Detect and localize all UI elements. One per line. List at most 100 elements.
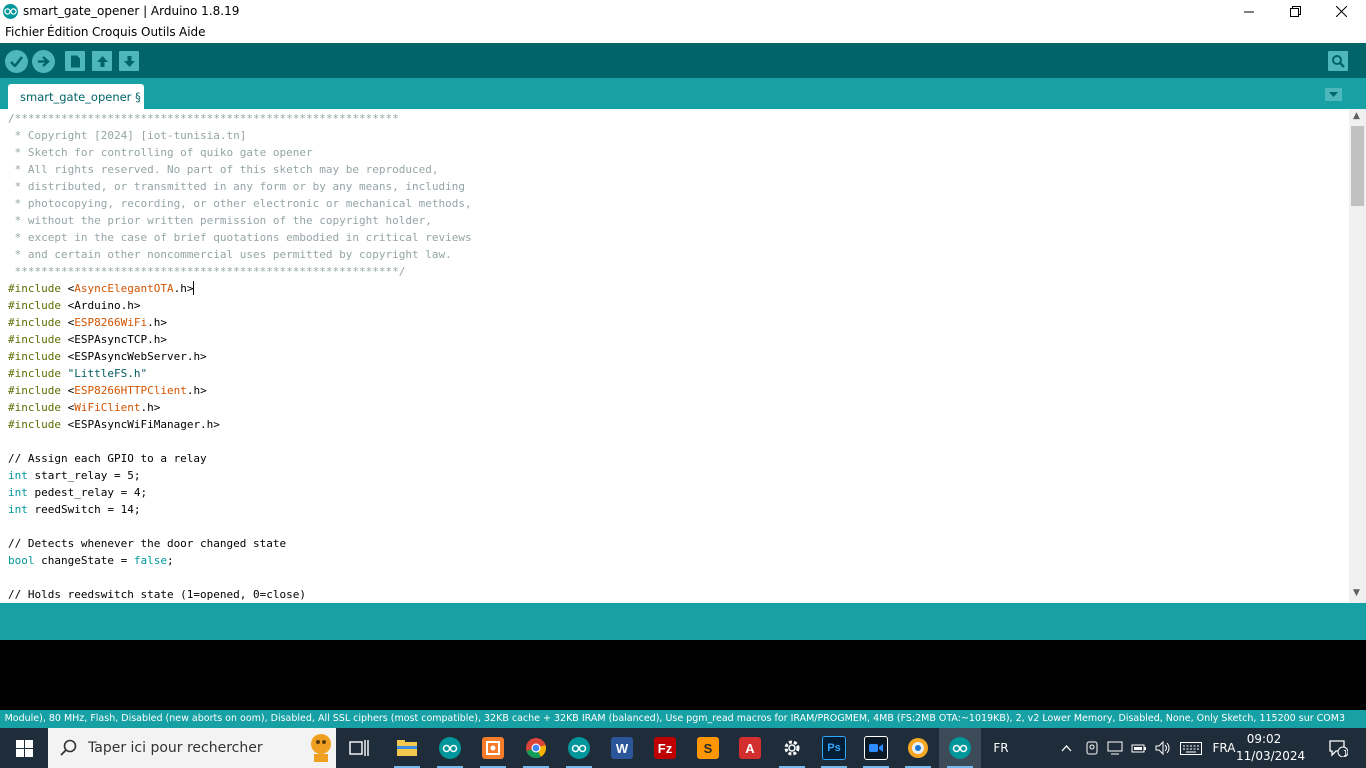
code-token: WiFiClient bbox=[74, 401, 141, 414]
close-button[interactable] bbox=[1318, 0, 1364, 23]
menu-bar: Fichier Édition Croquis Outils Aide bbox=[0, 23, 1366, 43]
search-icon bbox=[60, 739, 77, 756]
serial-monitor-button[interactable] bbox=[1328, 51, 1348, 71]
clock-date: 11/03/2024 bbox=[1236, 749, 1306, 763]
code-line: // Holds reedswitch state (1=opened, 0=c… bbox=[8, 586, 472, 603]
windows-logo-icon bbox=[15, 739, 33, 757]
volume-icon[interactable] bbox=[1152, 728, 1174, 768]
code-token: * Copyright [2024] [iot-tunisia.tn] bbox=[8, 129, 247, 142]
search-placeholder: Taper ici pour rechercher bbox=[88, 740, 263, 756]
arduino-ide-2-icon bbox=[568, 737, 590, 759]
scroll-down-icon[interactable]: ▼ bbox=[1353, 588, 1360, 598]
task-view-icon bbox=[348, 737, 370, 759]
code-editor[interactable]: /***************************************… bbox=[0, 109, 1349, 603]
taskbar-app-gitkraken[interactable] bbox=[472, 728, 514, 768]
webcam-icon[interactable] bbox=[1082, 728, 1102, 768]
open-sketch-button[interactable] bbox=[92, 51, 112, 71]
code-token: #include bbox=[8, 384, 68, 397]
zoom-icon bbox=[864, 736, 888, 760]
language-indicator[interactable]: FR bbox=[985, 728, 1017, 768]
taskbar-search-box[interactable]: Taper ici pour rechercher bbox=[48, 728, 336, 768]
taskbar-app-task-view[interactable] bbox=[338, 728, 380, 768]
menu-edition[interactable]: Édition bbox=[47, 25, 89, 39]
code-line: #include <ESP8266WiFi.h> bbox=[8, 314, 472, 331]
taskbar-app-word[interactable]: W bbox=[601, 728, 643, 768]
taskbar-app-filezilla[interactable]: Fz bbox=[644, 728, 686, 768]
code-line: int reedSwitch = 14; bbox=[8, 501, 472, 518]
image-viewer-icon bbox=[907, 737, 929, 759]
toolbar bbox=[0, 43, 1366, 78]
code-line: int pedest_relay = 4; bbox=[8, 484, 472, 501]
taskbar-app-settings[interactable] bbox=[771, 728, 813, 768]
code-token: #include bbox=[8, 282, 68, 295]
clock[interactable]: 09:02 11/03/2024 bbox=[1236, 731, 1306, 765]
code-token: #include bbox=[8, 401, 68, 414]
menu-aide[interactable]: Aide bbox=[179, 25, 206, 39]
verify-button[interactable] bbox=[5, 50, 28, 73]
battery-icon[interactable] bbox=[1128, 728, 1150, 768]
taskbar-app-arduino-active[interactable] bbox=[939, 728, 981, 768]
network-icon[interactable] bbox=[1104, 728, 1126, 768]
code-token: #include bbox=[8, 316, 68, 329]
tab-menu-chevron-icon[interactable] bbox=[1325, 86, 1342, 105]
title-bar: smart_gate_opener | Arduino 1.8.19 bbox=[0, 0, 1366, 23]
start-button[interactable] bbox=[0, 728, 48, 768]
code-token: int bbox=[8, 486, 28, 499]
code-token: reedSwitch = 14; bbox=[27, 503, 141, 516]
minimize-button[interactable] bbox=[1226, 0, 1272, 23]
menu-outils[interactable]: Outils bbox=[141, 25, 176, 39]
code-line: #include "LittleFS.h" bbox=[8, 365, 472, 382]
filezilla-icon: Fz bbox=[654, 737, 676, 759]
scroll-up-icon[interactable]: ▲ bbox=[1353, 111, 1360, 121]
code-token: * distributed, or transmitted in any for… bbox=[8, 180, 465, 193]
new-sketch-button[interactable] bbox=[65, 51, 85, 71]
code-token: .h> bbox=[140, 401, 161, 414]
taskbar-app-zoom[interactable] bbox=[855, 728, 897, 768]
code-line: #include <AsyncElegantOTA.h> bbox=[8, 280, 472, 297]
code-token: <ESPAsyncWebServer.h> bbox=[67, 350, 207, 363]
scrollbar-thumb[interactable] bbox=[1351, 126, 1364, 206]
code-token: // Assign each GPIO to a relay bbox=[8, 452, 207, 465]
taskbar-app-file-explorer[interactable] bbox=[386, 728, 428, 768]
code-line: /***************************************… bbox=[8, 110, 472, 127]
code-token: <Arduino.h> bbox=[67, 299, 141, 312]
restore-button[interactable] bbox=[1272, 0, 1318, 23]
taskbar-app-arduino-ide-2[interactable] bbox=[558, 728, 600, 768]
taskbar-app-acrobat[interactable]: A bbox=[729, 728, 771, 768]
clock-time: 09:02 bbox=[1246, 732, 1282, 746]
menu-fichier[interactable]: Fichier bbox=[5, 25, 44, 39]
code-token: * Sketch for controlling of quiko gate o… bbox=[8, 146, 313, 159]
code-token: int bbox=[8, 469, 28, 482]
console-output bbox=[0, 640, 1366, 710]
window-title: smart_gate_opener | Arduino 1.8.19 bbox=[23, 4, 240, 18]
arduino-active-icon bbox=[949, 737, 971, 759]
taskbar-app-arduino-ide[interactable] bbox=[429, 728, 471, 768]
menu-croquis[interactable]: Croquis bbox=[92, 25, 137, 39]
taskbar-app-photoshop[interactable]: Ps bbox=[813, 728, 855, 768]
code-token: ESP8266HTTPClient bbox=[74, 384, 187, 397]
code-token: #include bbox=[8, 299, 68, 312]
code-line: #include <Arduino.h> bbox=[8, 297, 472, 314]
taskbar-app-image-viewer[interactable] bbox=[897, 728, 939, 768]
tab-smart-gate-opener[interactable]: smart_gate_opener § bbox=[8, 84, 144, 109]
editor-scrollbar[interactable]: ▲ ▼ bbox=[1349, 109, 1366, 603]
code-line: #include <WiFiClient.h> bbox=[8, 399, 472, 416]
taskbar: Taper ici pour rechercher W Fz S A Ps FR FRA… bbox=[0, 728, 1366, 768]
code-token: "LittleFS.h" bbox=[67, 367, 148, 380]
upload-button[interactable] bbox=[32, 50, 55, 73]
taskbar-app-sublime-text[interactable]: S bbox=[687, 728, 729, 768]
code-token: changeState = bbox=[34, 554, 134, 567]
touch-keyboard-icon[interactable] bbox=[1177, 728, 1205, 768]
save-sketch-button[interactable] bbox=[119, 51, 139, 71]
taskbar-app-chrome[interactable] bbox=[515, 728, 557, 768]
notification-center-icon[interactable]: 1 bbox=[1316, 728, 1360, 768]
code-line: bool changeState = false; bbox=[8, 552, 472, 569]
show-hidden-icons-chevron-icon[interactable] bbox=[1056, 728, 1076, 768]
code-line: #include <ESPAsyncTCP.h> bbox=[8, 331, 472, 348]
text-cursor bbox=[193, 281, 195, 295]
code-line: #include <ESPAsyncWiFiManager.h> bbox=[8, 416, 472, 433]
code-token: ESP8266WiFi bbox=[74, 316, 148, 329]
